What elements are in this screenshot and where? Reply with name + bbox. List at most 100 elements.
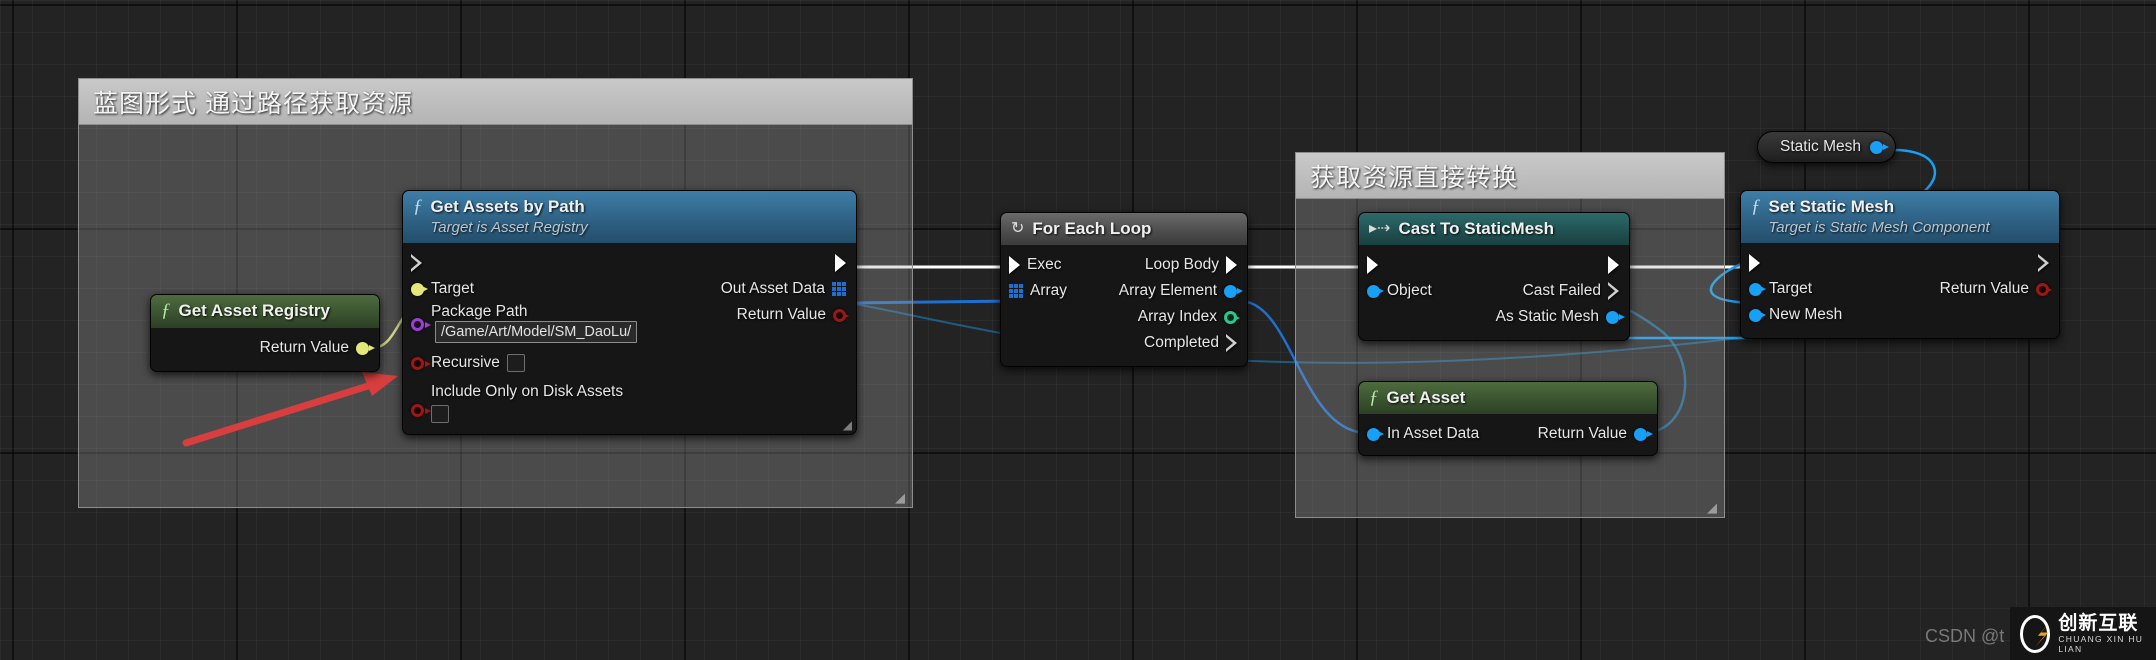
comment-2-title-bar[interactable]: 获取资源直接转换 [1296, 153, 1724, 199]
pin-row-include-only-on-disk[interactable]: Include Only on Disk Assets [403, 382, 856, 424]
comment-1-title: 蓝图形式 通过路径获取资源 [93, 89, 413, 118]
node-for-each-loop[interactable]: ↻ For Each Loop Exec Loop Body Array Arr… [1000, 212, 1248, 367]
exec-pin-cast-failed[interactable] [1608, 282, 1619, 300]
name-pin[interactable] [411, 318, 431, 331]
int-pin[interactable] [1224, 310, 1240, 324]
pin-label: Object [1387, 282, 1432, 299]
pin-label: Return Value [1537, 425, 1627, 442]
pin-row-return-value[interactable]: Return Value [151, 335, 379, 361]
node-body: Target Out Asset Data Package Path /Game… [403, 243, 856, 434]
pin-label: As Static Mesh [1495, 308, 1599, 325]
pin-row-array-index[interactable]: Array Index [1001, 304, 1247, 330]
pin-label: Return Value [259, 339, 349, 356]
struct-array-pin[interactable] [832, 282, 846, 296]
node-cast-to-staticmesh[interactable]: ▸⇢ Cast To StaticMesh Object Cast Failed [1358, 212, 1630, 341]
function-f-icon: ƒ [413, 196, 423, 217]
pin-row-exec[interactable]: Exec Loop Body [1001, 252, 1247, 278]
object-blue-pin[interactable] [1634, 427, 1653, 441]
object-blue-pin[interactable] [1367, 284, 1384, 298]
csdn-watermark: CSDN @t [1925, 626, 2005, 646]
pin-row-package-path[interactable]: Package Path /Game/Art/Model/SM_DaoLu/ R… [403, 302, 856, 344]
node-body: Exec Loop Body Array Array Element Array… [1001, 245, 1247, 366]
bool-pin[interactable] [833, 308, 849, 322]
node-title: For Each Loop [1032, 219, 1152, 238]
pin-label: Recursive [431, 354, 500, 371]
node-body: Target Return Value New Mesh [1741, 243, 2059, 338]
bool-pin[interactable] [411, 403, 431, 417]
pin-label: New Mesh [1769, 306, 1843, 323]
node-title: Get Asset [1386, 388, 1466, 407]
node-get-asset-registry[interactable]: ƒ Get Asset Registry Return Value [150, 294, 380, 372]
pin-label: Package Path [431, 303, 528, 320]
object-pin[interactable] [356, 341, 375, 355]
pin-row-array[interactable]: Array Array Element [1001, 278, 1247, 304]
object-blue-pin[interactable] [1606, 310, 1625, 324]
recursive-checkbox[interactable] [506, 354, 525, 372]
pin-label: Out Asset Data [720, 280, 825, 297]
exec-pin-in[interactable] [411, 254, 422, 272]
pin-label: Array [1030, 282, 1068, 299]
object-blue-pin[interactable] [1224, 284, 1243, 298]
pin-row-as-static-mesh[interactable]: As Static Mesh [1359, 304, 1629, 330]
node-header[interactable]: ƒ Get Asset Registry [151, 295, 379, 328]
bool-pin[interactable] [2036, 282, 2052, 296]
pin-label: Array Element [1118, 282, 1217, 299]
brand-logo-icon [2020, 615, 2051, 653]
node-static-mesh-variable[interactable]: Static Mesh [1757, 131, 1896, 163]
exec-pin-in[interactable] [1367, 256, 1378, 274]
object-blue-pin[interactable] [1869, 140, 1889, 154]
object-blue-pin[interactable] [1749, 282, 1766, 296]
node-subtitle: Target is Asset Registry [430, 219, 588, 236]
node-header[interactable]: ▸⇢ Cast To StaticMesh [1359, 213, 1629, 245]
pin-row-target[interactable]: Target Out Asset Data [403, 276, 856, 302]
pin-row-exec[interactable] [1741, 250, 2059, 276]
node-subtitle: Target is Static Mesh Component [1768, 219, 1990, 236]
function-f-icon: ƒ [1369, 387, 1379, 408]
exec-pin-out[interactable] [1608, 256, 1619, 274]
resize-handle-icon[interactable]: ◢ [895, 491, 909, 505]
pin-label: Include Only on Disk Assets [431, 383, 624, 400]
object-pin[interactable] [411, 282, 428, 296]
exec-pin-in[interactable] [1749, 254, 1760, 272]
exec-pin-completed[interactable] [1226, 334, 1237, 352]
object-blue-pin[interactable] [1749, 308, 1766, 322]
brand-watermark-badge: 创新互联 CHUANG XIN HU LIAN [2010, 607, 2156, 660]
pin-row-target[interactable]: Target Return Value [1741, 276, 2059, 302]
variable-label: Static Mesh [1780, 138, 1861, 155]
node-set-static-mesh[interactable]: ƒ Set Static Mesh Target is Static Mesh … [1740, 190, 2060, 339]
object-blue-pin[interactable] [1367, 427, 1384, 441]
pin-label: Return Value [1939, 280, 2029, 297]
bool-pin[interactable] [411, 356, 431, 370]
node-body: Return Value [151, 328, 379, 371]
pin-row-recursive[interactable]: Recursive [403, 350, 856, 376]
include-only-on-disk-checkbox[interactable] [431, 405, 449, 423]
comment-1-title-bar[interactable]: 蓝图形式 通过路径获取资源 [79, 79, 912, 125]
pin-row-exec[interactable] [403, 250, 856, 276]
node-header[interactable]: ƒ Set Static Mesh Target is Static Mesh … [1741, 191, 2059, 243]
pin-row-object[interactable]: Object Cast Failed [1359, 278, 1629, 304]
node-header[interactable]: ƒ Get Asset [1359, 382, 1657, 414]
exec-pin-out[interactable] [835, 254, 846, 272]
node-get-asset[interactable]: ƒ Get Asset In Asset Data Return Value [1358, 381, 1658, 456]
node-header[interactable]: ƒ Get Assets by Path Target is Asset Reg… [403, 191, 856, 243]
exec-pin-out[interactable] [2038, 254, 2049, 272]
resize-handle-icon[interactable]: ◢ [1707, 501, 1721, 515]
blueprint-graph-canvas[interactable]: 蓝图形式 通过路径获取资源 ◢ 获取资源直接转换 ◢ ƒ Get Asset R… [0, 0, 2156, 660]
pin-row-new-mesh[interactable]: New Mesh [1741, 302, 2059, 328]
pin-label: Cast Failed [1522, 282, 1601, 299]
loop-icon: ↻ [1011, 220, 1025, 237]
pin-row-completed[interactable]: Completed [1001, 330, 1247, 356]
pin-row-exec[interactable] [1359, 252, 1629, 278]
exec-pin-in[interactable] [1009, 256, 1020, 274]
exec-pin-loop-body[interactable] [1226, 256, 1237, 274]
pin-label: Return Value [736, 306, 826, 323]
node-get-assets-by-path[interactable]: ƒ Get Assets by Path Target is Asset Reg… [402, 190, 857, 435]
pin-row-in-asset-data[interactable]: In Asset Data Return Value [1359, 421, 1657, 447]
struct-array-pin[interactable] [1009, 284, 1023, 298]
package-path-input[interactable]: /Game/Art/Model/SM_DaoLu/ [435, 321, 638, 343]
node-title: Cast To StaticMesh [1398, 219, 1554, 238]
resize-handle-icon[interactable]: ◢ [843, 418, 852, 432]
node-header[interactable]: ↻ For Each Loop [1001, 213, 1247, 245]
cast-arrow-icon: ▸⇢ [1369, 220, 1391, 237]
node-body: Object Cast Failed As Static Mesh [1359, 245, 1629, 340]
